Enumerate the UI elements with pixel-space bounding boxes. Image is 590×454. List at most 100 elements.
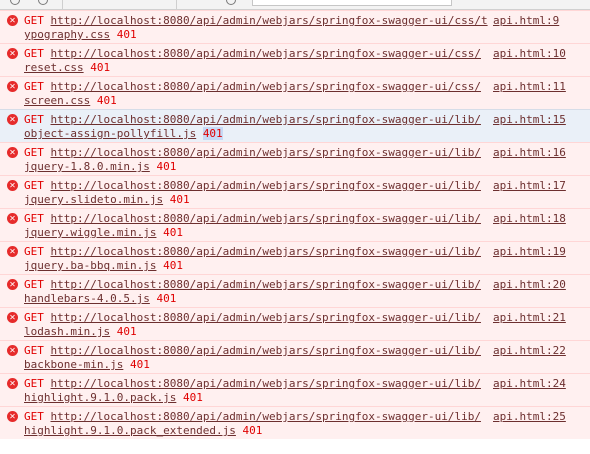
request-url-link[interactable]: jquery.slideto.min.js [24, 193, 163, 206]
error-message: GET http://localhost:8080/api/admin/webj… [24, 410, 481, 438]
source-link[interactable]: api.html:10 [493, 47, 566, 60]
error-icon: ✕ [7, 345, 18, 356]
request-url-link[interactable]: reset.css [24, 61, 84, 74]
error-icon: ✕ [7, 411, 18, 422]
request-url-link[interactable]: http://localhost:8080/api/admin/webjars/… [51, 410, 481, 423]
console-error-row[interactable]: ✕ GET http://localhost:8080/api/admin/we… [0, 340, 590, 373]
request-url-link[interactable]: http://localhost:8080/api/admin/webjars/… [51, 146, 481, 159]
error-message: GET http://localhost:8080/api/admin/webj… [24, 179, 481, 207]
block-icon[interactable] [38, 0, 48, 5]
console-error-row[interactable]: ✕ GET http://localhost:8080/api/admin/we… [0, 373, 590, 406]
status-code: 401 [90, 61, 111, 74]
request-url-link[interactable]: http://localhost:8080/api/admin/webjars/… [51, 344, 481, 357]
source-link[interactable]: api.html:20 [493, 278, 566, 291]
status-code: 401 [156, 160, 177, 173]
status-code: 401 [116, 325, 137, 338]
console-error-row[interactable]: ✕ GET http://localhost:8080/api/admin/we… [0, 43, 590, 76]
console-error-row[interactable]: ✕ GET http://localhost:8080/api/admin/we… [0, 10, 590, 43]
status-code: 401 [169, 193, 190, 206]
console-error-row[interactable]: ✕ GET http://localhost:8080/api/admin/we… [0, 175, 590, 208]
source-link[interactable]: api.html:16 [493, 146, 566, 159]
source-link[interactable]: api.html:22 [493, 344, 566, 357]
request-url-link[interactable]: jquery-1.8.0.min.js [24, 160, 150, 173]
console-error-row[interactable]: ✕ GET http://localhost:8080/api/admin/we… [0, 307, 590, 340]
source-link[interactable]: api.html:18 [493, 212, 566, 225]
source-link[interactable]: api.html:9 [493, 14, 559, 27]
source-link[interactable]: api.html:25 [493, 410, 566, 423]
error-icon: ✕ [7, 378, 18, 389]
request-url-link[interactable]: highlight.9.1.0.pack.js [24, 391, 176, 404]
request-url-link[interactable]: http://localhost:8080/api/admin/webjars/… [51, 14, 488, 27]
source-link[interactable]: api.html:19 [493, 245, 566, 258]
status-code: 401 [182, 391, 203, 404]
request-url-link[interactable]: highlight.9.1.0.pack_extended.js [24, 424, 236, 437]
request-method: GET [24, 47, 44, 60]
request-url-link[interactable]: jquery.wiggle.min.js [24, 226, 156, 239]
request-method: GET [24, 377, 44, 390]
console-error-row[interactable]: ✕ GET http://localhost:8080/api/admin/we… [0, 241, 590, 274]
console-toolbar [0, 0, 590, 10]
console-error-row[interactable]: ✕ GET http://localhost:8080/api/admin/we… [0, 406, 590, 439]
request-url-link[interactable]: http://localhost:8080/api/admin/webjars/… [51, 80, 481, 93]
error-message: GET http://localhost:8080/api/admin/webj… [24, 377, 481, 405]
request-method: GET [24, 245, 44, 258]
status-code: 401 [96, 94, 117, 107]
error-message: GET http://localhost:8080/api/admin/webj… [24, 14, 488, 42]
status-code: 401 [163, 226, 183, 239]
error-message: GET http://localhost:8080/api/admin/webj… [24, 47, 481, 75]
error-icon: ✕ [7, 213, 18, 224]
request-url-link[interactable]: http://localhost:8080/api/admin/webjars/… [51, 278, 481, 291]
request-method: GET [24, 80, 44, 93]
source-link[interactable]: api.html:21 [493, 311, 566, 324]
console-error-row[interactable]: ✕ GET http://localhost:8080/api/admin/we… [0, 274, 590, 307]
status-code: 401 [163, 259, 183, 272]
request-url-link[interactable]: http://localhost:8080/api/admin/webjars/… [51, 113, 481, 126]
error-message: GET http://localhost:8080/api/admin/webj… [24, 113, 481, 141]
toolbar-divider [62, 0, 63, 9]
error-message: GET http://localhost:8080/api/admin/webj… [24, 146, 481, 174]
request-url-link[interactable]: http://localhost:8080/api/admin/webjars/… [51, 212, 481, 225]
request-method: GET [24, 278, 44, 291]
request-method: GET [24, 14, 44, 27]
error-message: GET http://localhost:8080/api/admin/webj… [24, 311, 481, 339]
request-url-link[interactable]: jquery.ba-bbq.min.js [24, 259, 156, 272]
error-message: GET http://localhost:8080/api/admin/webj… [24, 344, 481, 372]
request-url-link[interactable]: http://localhost:8080/api/admin/webjars/… [51, 245, 481, 258]
error-icon: ✕ [7, 147, 18, 158]
request-method: GET [24, 311, 44, 324]
error-icon: ✕ [7, 48, 18, 59]
console-error-row[interactable]: ✕ GET http://localhost:8080/api/admin/we… [0, 142, 590, 175]
request-url-link[interactable]: http://localhost:8080/api/admin/webjars/… [51, 47, 481, 60]
status-code: 401 [116, 28, 137, 41]
request-url-link[interactable]: object-assign-pollyfill.js [24, 127, 196, 140]
status-code: 401 [202, 127, 223, 140]
error-icon: ✕ [7, 81, 18, 92]
request-url-link[interactable]: http://localhost:8080/api/admin/webjars/… [51, 179, 481, 192]
error-icon: ✕ [7, 114, 18, 125]
request-method: GET [24, 212, 44, 225]
settings-icon[interactable] [226, 0, 236, 5]
request-url-link[interactable]: handlebars-4.0.5.js [24, 292, 150, 305]
source-link[interactable]: api.html:24 [493, 377, 566, 390]
error-message: GET http://localhost:8080/api/admin/webj… [24, 80, 481, 108]
console-error-row[interactable]: ✕ GET http://localhost:8080/api/admin/we… [0, 76, 590, 109]
request-url-link[interactable]: ypography.css [24, 28, 110, 41]
filter-input[interactable] [252, 0, 452, 6]
clear-console-icon[interactable] [10, 0, 20, 5]
request-method: GET [24, 113, 44, 126]
request-url-link[interactable]: screen.css [24, 94, 90, 107]
request-url-link[interactable]: http://localhost:8080/api/admin/webjars/… [51, 377, 481, 390]
console-error-row[interactable]: ✕ GET http://localhost:8080/api/admin/we… [0, 109, 590, 142]
source-link[interactable]: api.html:15 [493, 113, 566, 126]
error-icon: ✕ [7, 279, 18, 290]
request-url-link[interactable]: http://localhost:8080/api/admin/webjars/… [51, 311, 481, 324]
request-url-link[interactable]: lodash.min.js [24, 325, 110, 338]
source-link[interactable]: api.html:11 [493, 80, 566, 93]
console-error-row[interactable]: ✕ GET http://localhost:8080/api/admin/we… [0, 208, 590, 241]
request-method: GET [24, 344, 44, 357]
error-message: GET http://localhost:8080/api/admin/webj… [24, 278, 481, 306]
source-link[interactable]: api.html:17 [493, 179, 566, 192]
console-messages: ✕ GET http://localhost:8080/api/admin/we… [0, 10, 590, 454]
error-icon: ✕ [7, 15, 18, 26]
request-url-link[interactable]: backbone-min.js [24, 358, 123, 371]
